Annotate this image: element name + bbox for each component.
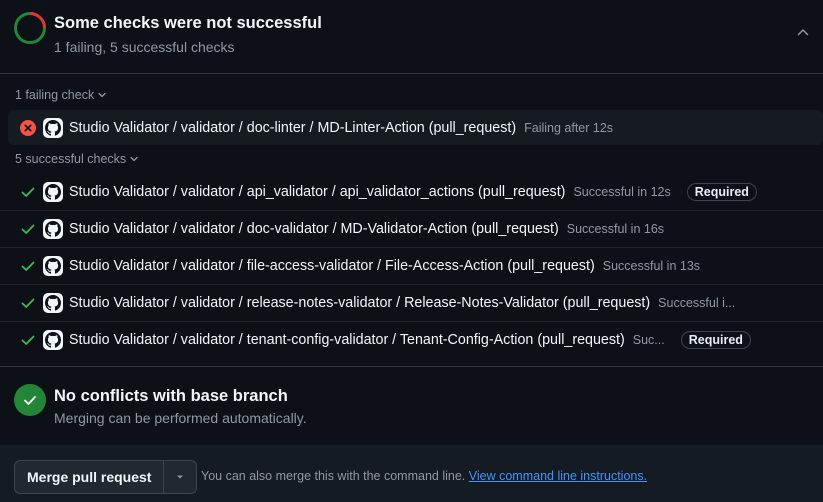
check-row-successful[interactable]: Studio Validator / validator / doc-valid…	[0, 210, 823, 248]
check-row-successful[interactable]: Studio Validator / validator / tenant-co…	[0, 321, 823, 358]
check-status: Successful in 13s	[602, 258, 701, 273]
check-status: Successful in 12s	[573, 184, 671, 199]
chevron-up-icon[interactable]	[795, 24, 811, 40]
check-circle-icon	[14, 384, 46, 416]
chevron-down-icon	[130, 156, 138, 162]
successful-checks-label: 5 successful checks	[15, 152, 127, 166]
check-row-successful[interactable]: Studio Validator / validator / file-acce…	[0, 247, 823, 285]
github-mark-icon	[43, 117, 63, 138]
check-name[interactable]: Studio Validator / validator / doc-linte…	[69, 120, 516, 136]
check-name[interactable]: Studio Validator / validator / release-n…	[69, 295, 650, 311]
check-status: Failing after 12s	[524, 120, 614, 135]
checks-summary-subtitle: 1 failing, 5 successful checks	[54, 39, 235, 55]
merge-status-subtitle: Merging can be performed automatically.	[54, 410, 307, 426]
merge-bar: Merge pull request You can also merge th…	[0, 445, 823, 502]
chevron-down-icon	[98, 92, 106, 98]
command-line-hint-text: You can also merge this with the command…	[201, 469, 466, 483]
check-name[interactable]: Studio Validator / validator / file-acce…	[69, 258, 595, 274]
check-icon	[21, 335, 35, 345]
check-icon	[21, 224, 35, 234]
check-name[interactable]: Studio Validator / validator / api_valid…	[69, 184, 565, 200]
checks-summary-header: Some checks were not successful 1 failin…	[0, 0, 823, 74]
required-badge: Required	[686, 182, 757, 201]
merge-status-title: No conflicts with base branch	[54, 387, 288, 405]
github-mark-icon	[43, 292, 63, 313]
check-status: Successful i...	[658, 295, 736, 310]
command-line-instructions-link[interactable]: View command line instructions.	[469, 469, 647, 483]
check-status: Successful in 16s	[566, 221, 665, 236]
check-row-successful[interactable]: Studio Validator / validator / release-n…	[0, 284, 823, 322]
check-row-failing[interactable]: Studio Validator / validator / doc-linte…	[8, 110, 823, 145]
checks-summary-title: Some checks were not successful	[54, 14, 322, 32]
failing-checks-toggle[interactable]: 1 failing check	[15, 88, 107, 102]
github-mark-icon	[43, 181, 63, 202]
check-row-successful[interactable]: Studio Validator / validator / api_valid…	[0, 173, 823, 211]
checks-status-ring-icon	[14, 12, 46, 44]
check-name[interactable]: Studio Validator / validator / doc-valid…	[69, 221, 559, 237]
merge-method-dropdown[interactable]	[163, 461, 196, 493]
merge-pull-request-button[interactable]: Merge pull request	[15, 461, 163, 493]
check-name[interactable]: Studio Validator / validator / tenant-co…	[69, 332, 625, 348]
check-icon	[21, 298, 35, 308]
successful-checks-toggle[interactable]: 5 successful checks	[15, 152, 139, 166]
triangle-down-icon	[177, 475, 184, 479]
failing-checks-label: 1 failing check	[15, 88, 95, 102]
check-icon	[21, 261, 35, 271]
merge-button-group: Merge pull request	[14, 460, 198, 494]
merge-checks-panel: Some checks were not successful 1 failin…	[0, 0, 823, 502]
github-mark-icon	[43, 329, 63, 350]
merge-status-section: No conflicts with base branch Merging ca…	[0, 366, 823, 446]
github-mark-icon	[43, 255, 63, 276]
x-circle-fill-icon	[20, 119, 36, 136]
required-badge: Required	[680, 330, 751, 349]
github-mark-icon	[43, 218, 63, 239]
check-icon	[21, 187, 35, 197]
command-line-hint: You can also merge this with the command…	[201, 469, 647, 483]
check-status: Suc...	[632, 332, 665, 347]
